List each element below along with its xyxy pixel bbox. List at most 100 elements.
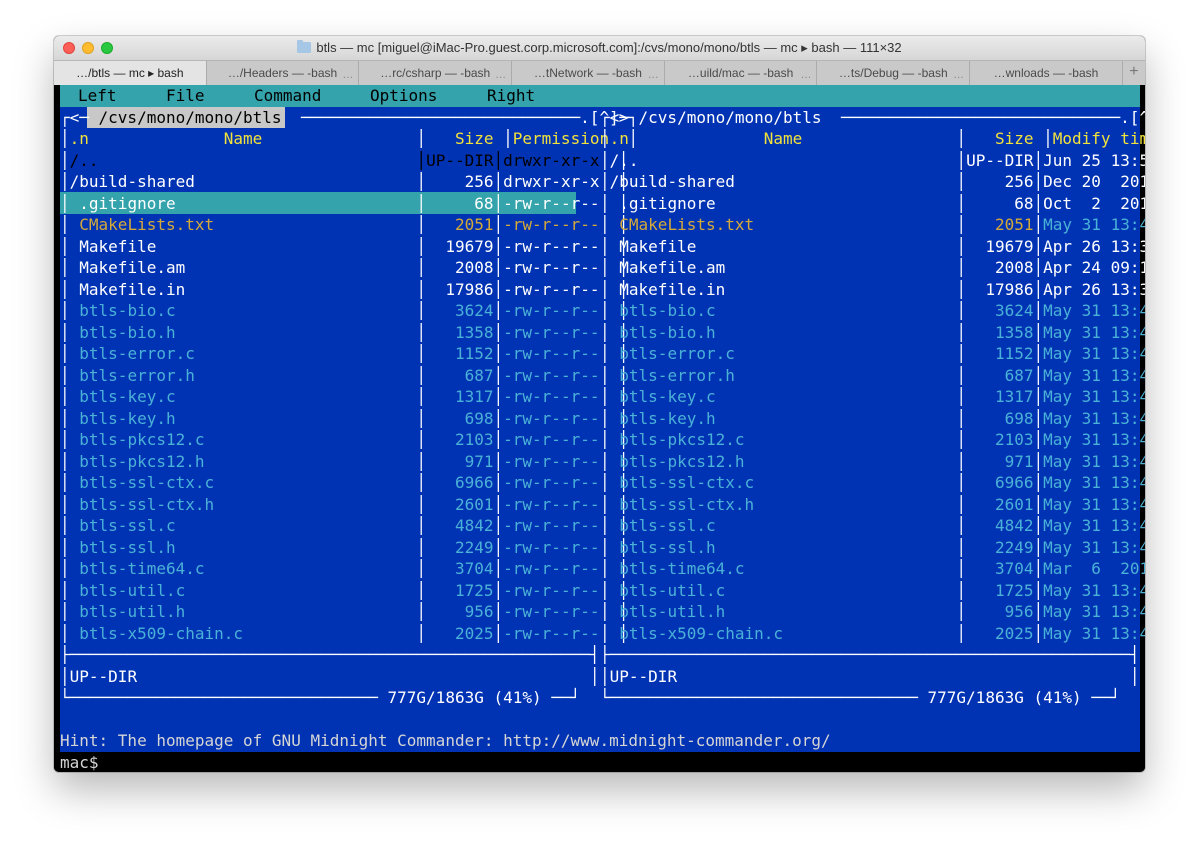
- hotlist-button[interactable]: .[^]>: [1120, 108, 1145, 127]
- file-mtime: May 31 13:46: [1043, 602, 1145, 621]
- tab-network[interactable]: …tNetwork — -bash…: [512, 61, 665, 85]
- terminal-area[interactable]: Left File Command Options Right ┌<─ /cvs…: [54, 85, 1145, 772]
- file-name[interactable]: btls-bio.c: [610, 301, 957, 320]
- file-name[interactable]: /build-shared: [70, 172, 417, 191]
- menu-options[interactable]: Options: [370, 85, 437, 107]
- menu-file[interactable]: File: [166, 85, 205, 107]
- more-icon: …: [953, 69, 966, 81]
- file-name[interactable]: btls-bio.h: [70, 323, 417, 342]
- file-name[interactable]: btls-key.c: [70, 387, 417, 406]
- file-name[interactable]: btls-ssl-ctx.c: [70, 473, 417, 492]
- file-name[interactable]: btls-ssl-ctx.c: [610, 473, 957, 492]
- file-name[interactable]: btls-key.h: [70, 409, 417, 428]
- file-name[interactable]: btls-error.c: [70, 344, 417, 363]
- frame-border: │: [956, 322, 967, 342]
- file-name[interactable]: btls-util.h: [610, 602, 957, 621]
- left-panel-path[interactable]: /cvs/mono/mono/btls: [99, 108, 292, 127]
- table-row: │ btls-x509-chain.c │ 2025│-rw-r--r-- │: [60, 623, 628, 645]
- file-name[interactable]: btls-ssl-ctx.h: [70, 495, 417, 514]
- file-name[interactable]: /build-shared: [610, 172, 957, 191]
- table-row: │ btls-key.c │ 1317│-rw-r--r-- │: [60, 386, 628, 408]
- tab-downloads[interactable]: …wnloads — -bash: [970, 61, 1123, 85]
- frame-border: │: [589, 666, 600, 686]
- frame-border: │: [600, 365, 610, 385]
- frame-border: │: [1033, 387, 1044, 406]
- file-name[interactable]: btls-error.h: [70, 366, 417, 385]
- file-name[interactable]: Makefile.in: [70, 280, 417, 299]
- file-name[interactable]: btls-x509-chain.c: [610, 624, 957, 643]
- file-name[interactable]: Makefile: [70, 237, 417, 256]
- file-name[interactable]: btls-error.h: [610, 366, 957, 385]
- frame-border: │: [416, 494, 427, 514]
- file-name[interactable]: Makefile.am: [610, 258, 957, 277]
- file-name[interactable]: btls-ssl.h: [70, 538, 417, 557]
- tab-label: …tNetwork — -bash: [533, 66, 642, 80]
- frame-border: │: [493, 602, 504, 621]
- file-name[interactable]: btls-pkcs12.h: [70, 452, 417, 471]
- tab-debug[interactable]: …ts/Debug — -bash…: [817, 61, 971, 85]
- file-name[interactable]: btls-ssl.c: [70, 516, 417, 535]
- file-name[interactable]: btls-key.h: [610, 409, 957, 428]
- frame-border: └────────────────────────────────: [600, 688, 928, 707]
- file-mtime: May 31 13:46: [1043, 430, 1145, 449]
- new-tab-plus-icon[interactable]: +: [1123, 61, 1145, 85]
- file-name[interactable]: btls-util.c: [610, 581, 957, 600]
- column-header-name: Name: [628, 129, 957, 148]
- file-name[interactable]: btls-ssl.h: [610, 538, 957, 557]
- file-name[interactable]: /..: [610, 151, 957, 170]
- menu-command[interactable]: Command: [254, 85, 321, 107]
- file-name[interactable]: btls-pkcs12.c: [610, 430, 957, 449]
- file-name[interactable]: btls-x509-chain.c: [70, 624, 417, 643]
- frame-border: │: [956, 451, 967, 471]
- column-header-modify-time: Modify time: [1052, 129, 1145, 148]
- title-bar[interactable]: btls — mc [miguel@iMac-Pro.guest.corp.mi…: [54, 36, 1145, 60]
- frame-border: │: [956, 559, 967, 578]
- frame-border: │: [493, 150, 504, 170]
- file-size: 2051: [966, 215, 1034, 234]
- file-name[interactable]: Makefile: [610, 237, 957, 256]
- right-panel-path[interactable]: /cvs/mono/mono/btls: [639, 108, 832, 127]
- frame-border: │: [503, 129, 513, 148]
- file-mtime: May 31 13:46: [1043, 365, 1145, 385]
- file-name[interactable]: btls-pkcs12.h: [610, 452, 957, 471]
- frame-border: ─────────────────────────────: [291, 107, 581, 127]
- tab-csharp[interactable]: …rc/csharp — -bash…: [359, 61, 513, 85]
- shell-prompt[interactable]: mac$: [60, 752, 99, 773]
- file-name[interactable]: btls-time64.c: [70, 559, 417, 578]
- menu-left[interactable]: Left: [78, 85, 117, 107]
- file-size: 4842: [426, 516, 494, 535]
- file-name[interactable]: btls-time64.c: [610, 559, 957, 578]
- tab-btls-mc[interactable]: …/btls — mc ▸ bash: [54, 61, 207, 85]
- tab-build-mac[interactable]: …uild/mac — -bash…: [665, 61, 818, 85]
- file-name[interactable]: btls-util.h: [70, 602, 417, 621]
- file-name[interactable]: btls-bio.h: [610, 323, 957, 342]
- table-row: │ btls-bio.h │ 1358│May 31 13:46│: [600, 322, 1145, 344]
- frame-border: │: [60, 580, 70, 600]
- file-name[interactable]: btls-bio.c: [70, 301, 417, 320]
- file-name[interactable]: /..: [70, 151, 417, 170]
- frame-border: ─────────────────────────────: [831, 107, 1121, 127]
- file-name[interactable]: btls-ssl.c: [610, 516, 957, 535]
- frame-border: │: [416, 344, 427, 363]
- table-row: │ btls-pkcs12.c │ 2103│-rw-r--r-- │: [60, 429, 628, 451]
- file-name[interactable]: btls-ssl-ctx.h: [610, 495, 957, 514]
- file-name[interactable]: btls-util.c: [70, 581, 417, 600]
- table-row: │ .gitignore │ 68│-rw-r--r-- │: [60, 193, 628, 215]
- file-mtime: Dec 20 2017: [1043, 172, 1145, 191]
- file-name[interactable]: Makefile.in: [610, 280, 957, 299]
- panel-status-row: │UP--DIR │: [600, 666, 1139, 688]
- menu-right[interactable]: Right: [487, 85, 535, 107]
- frame-border: │: [956, 215, 967, 234]
- file-name[interactable]: CMakeLists.txt: [70, 215, 417, 234]
- file-size: 1152: [426, 344, 494, 363]
- file-name[interactable]: btls-key.c: [610, 387, 957, 406]
- file-name[interactable]: CMakeLists.txt: [610, 215, 957, 234]
- frame-border: │: [416, 301, 427, 320]
- file-name[interactable]: btls-pkcs12.c: [70, 430, 417, 449]
- file-name[interactable]: .gitignore: [70, 194, 417, 213]
- file-name[interactable]: Makefile.am: [70, 258, 417, 277]
- file-name[interactable]: .gitignore: [610, 194, 957, 213]
- tab-headers[interactable]: …/Headers — -bash…: [207, 61, 360, 85]
- file-name[interactable]: btls-error.c: [610, 344, 957, 363]
- frame-border: │: [416, 193, 427, 213]
